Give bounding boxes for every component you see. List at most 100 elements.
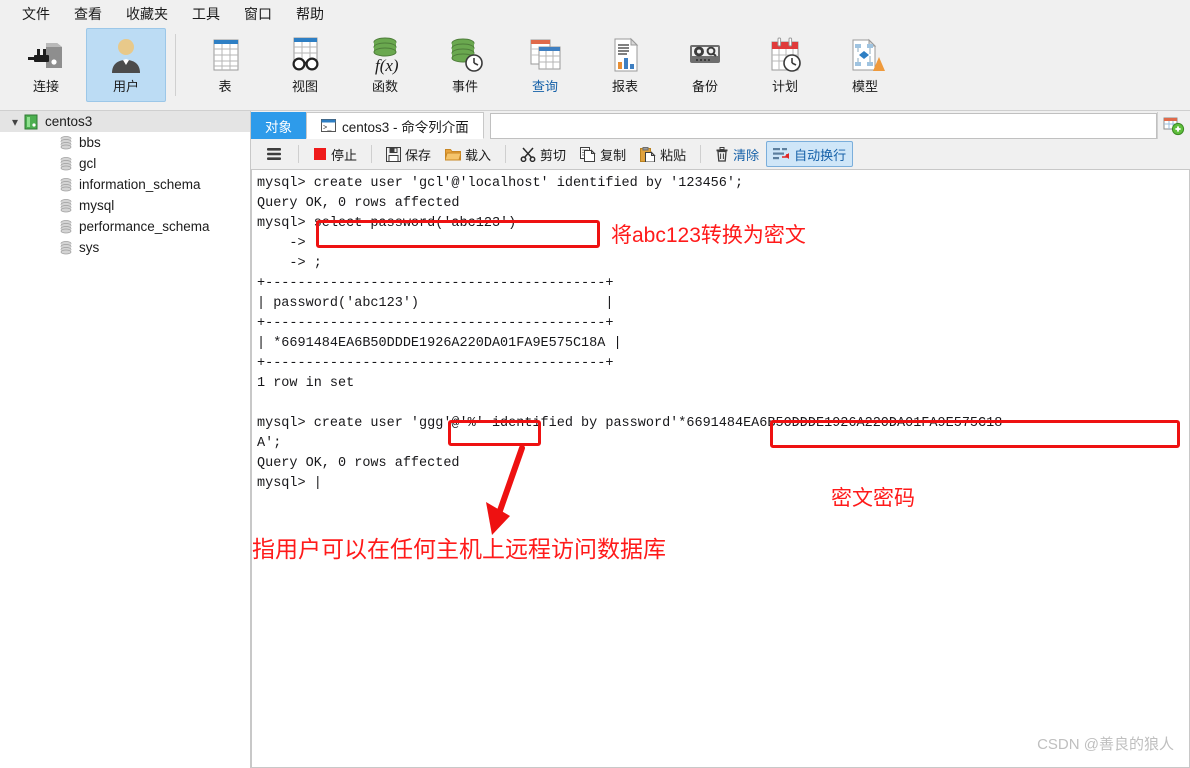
ribbon-label-report: 报表 [611, 79, 638, 94]
cut-button[interactable]: 剪切 [513, 141, 573, 167]
tree-node-database[interactable]: mysql [0, 195, 250, 216]
function-icon: f(x) [363, 33, 407, 77]
tab-command-line-label: centos3 - 命令列介面 [342, 119, 469, 135]
tree-node-database[interactable]: performance_schema [0, 216, 250, 237]
toolbar-separator [505, 145, 507, 163]
copy-icon [580, 146, 596, 162]
toolbar-separator [700, 145, 702, 163]
server-icon [24, 114, 38, 130]
ribbon-separator [175, 34, 176, 96]
copy-button[interactable]: 复制 [573, 141, 633, 167]
menu-view[interactable]: 查看 [62, 1, 114, 27]
csdn-watermark: CSDN @善良的狼人 [1037, 736, 1174, 753]
console-toolbar: 停止 保存 载入 剪切 复制 粘贴 清除 自动换行 [251, 139, 1190, 169]
paste-label: 粘贴 [660, 147, 687, 163]
ribbon-button-report[interactable]: 报表 [585, 28, 665, 102]
tab-objects[interactable]: 对象 [251, 112, 306, 139]
paste-button[interactable]: 粘贴 [633, 141, 693, 167]
chevron-down-icon[interactable]: ▾ [6, 115, 24, 129]
svg-text:>_: >_ [323, 125, 332, 133]
tree-node-database[interactable]: sys [0, 237, 250, 258]
clear-button[interactable]: 清除 [708, 141, 766, 167]
ribbon-label-schedule: 计划 [771, 79, 798, 94]
ribbon-button-function[interactable]: f(x) 函数 [345, 28, 425, 102]
ribbon-button-connection[interactable]: 连接 [6, 28, 86, 102]
tab-command-line[interactable]: >_ centos3 - 命令列介面 [306, 112, 484, 139]
trash-icon [715, 146, 729, 162]
ribbon-button-schedule[interactable]: 计划 [745, 28, 825, 102]
stop-button[interactable]: 停止 [306, 141, 364, 167]
tree-label-centos3: centos3 [45, 114, 93, 129]
ribbon-label-function: 函数 [371, 79, 398, 94]
word-wrap-label: 自动换行 [794, 147, 847, 163]
sidebar-tree: ▾ centos3 bbs gcl information_schema mys… [0, 111, 251, 768]
event-icon [443, 33, 487, 77]
annotation-cipher-password: 密文密码 [831, 487, 915, 510]
ribbon-label-event: 事件 [451, 79, 478, 94]
ribbon-label-query: 查询 [531, 79, 558, 94]
cut-label: 剪切 [540, 147, 567, 163]
console-vertical-scrollbar[interactable] [1177, 170, 1189, 767]
toolbar-separator [371, 145, 373, 163]
ribbon-button-model[interactable]: 模型 [825, 28, 905, 102]
main-split: ▾ centos3 bbs gcl information_schema mys… [0, 111, 1190, 768]
load-label: 载入 [465, 147, 492, 163]
ribbon-label-table: 表 [218, 79, 232, 94]
save-icon [386, 146, 402, 162]
query-address-bar[interactable] [489, 113, 1157, 139]
ribbon-button-user[interactable]: 用户 [86, 28, 166, 102]
stop-label: 停止 [331, 147, 358, 163]
tab-objects-label: 对象 [265, 119, 292, 135]
paste-icon [640, 146, 656, 162]
tree-label-information-schema: information_schema [79, 177, 201, 192]
tree-node-database[interactable]: gcl [0, 153, 250, 174]
database-icon [60, 156, 72, 171]
tree-node-centos3[interactable]: ▾ centos3 [0, 111, 250, 132]
view-icon [283, 33, 327, 77]
menu-help[interactable]: 帮助 [284, 1, 336, 27]
tree-label-mysql: mysql [79, 198, 115, 213]
ribbon-button-event[interactable]: 事件 [425, 28, 505, 102]
menu-tools[interactable]: 工具 [180, 1, 232, 27]
menu-window[interactable]: 窗口 [232, 1, 284, 27]
copy-label: 复制 [600, 147, 627, 163]
load-button[interactable]: 载入 [438, 141, 498, 167]
hamburger-menu-button[interactable] [257, 141, 291, 167]
svg-text:f(x): f(x) [375, 56, 399, 75]
ribbon-label-view: 视图 [291, 79, 318, 94]
save-button[interactable]: 保存 [379, 141, 438, 167]
database-icon [60, 198, 72, 213]
save-label: 保存 [405, 147, 432, 163]
database-icon [60, 240, 72, 255]
scissors-icon [520, 146, 536, 162]
tree-label-gcl: gcl [79, 156, 97, 171]
database-icon [60, 177, 72, 192]
tree-node-database[interactable]: bbs [0, 132, 250, 153]
annotation-any-host: 指用户可以在任何主机上远程访问数据库 [252, 536, 666, 562]
sidebar-empty-area [0, 258, 250, 768]
ribbon-label-user: 用户 [112, 79, 139, 94]
wrap-text-icon [773, 147, 790, 161]
tree-label-bbs: bbs [79, 135, 101, 150]
ribbon-button-query[interactable]: 查询 [505, 28, 585, 102]
table-icon [203, 33, 247, 77]
add-table-icon [1163, 117, 1185, 135]
menu-favorites[interactable]: 收藏夹 [114, 1, 180, 27]
ribbon-button-table[interactable]: 表 [185, 28, 265, 102]
new-query-button[interactable] [1157, 112, 1190, 139]
ribbon-label-model: 模型 [851, 79, 878, 94]
tree-node-database[interactable]: information_schema [0, 174, 250, 195]
connection-icon [24, 33, 68, 77]
ribbon-button-backup[interactable]: 备份 [665, 28, 745, 102]
tree-label-performance-schema: performance_schema [79, 219, 210, 234]
ribbon-button-view[interactable]: 视图 [265, 28, 345, 102]
sql-console-output[interactable]: mysql> create user 'gcl'@'localhost' ide… [251, 169, 1190, 768]
word-wrap-button[interactable]: 自动换行 [766, 141, 854, 167]
menu-file[interactable]: 文件 [10, 1, 62, 27]
menu-bar: 文件 查看 收藏夹 工具 窗口 帮助 [0, 0, 1190, 28]
schedule-icon [763, 33, 807, 77]
model-icon [843, 33, 887, 77]
backup-icon [683, 33, 727, 77]
clear-label: 清除 [733, 147, 760, 163]
ribbon-label-backup: 备份 [691, 79, 718, 94]
